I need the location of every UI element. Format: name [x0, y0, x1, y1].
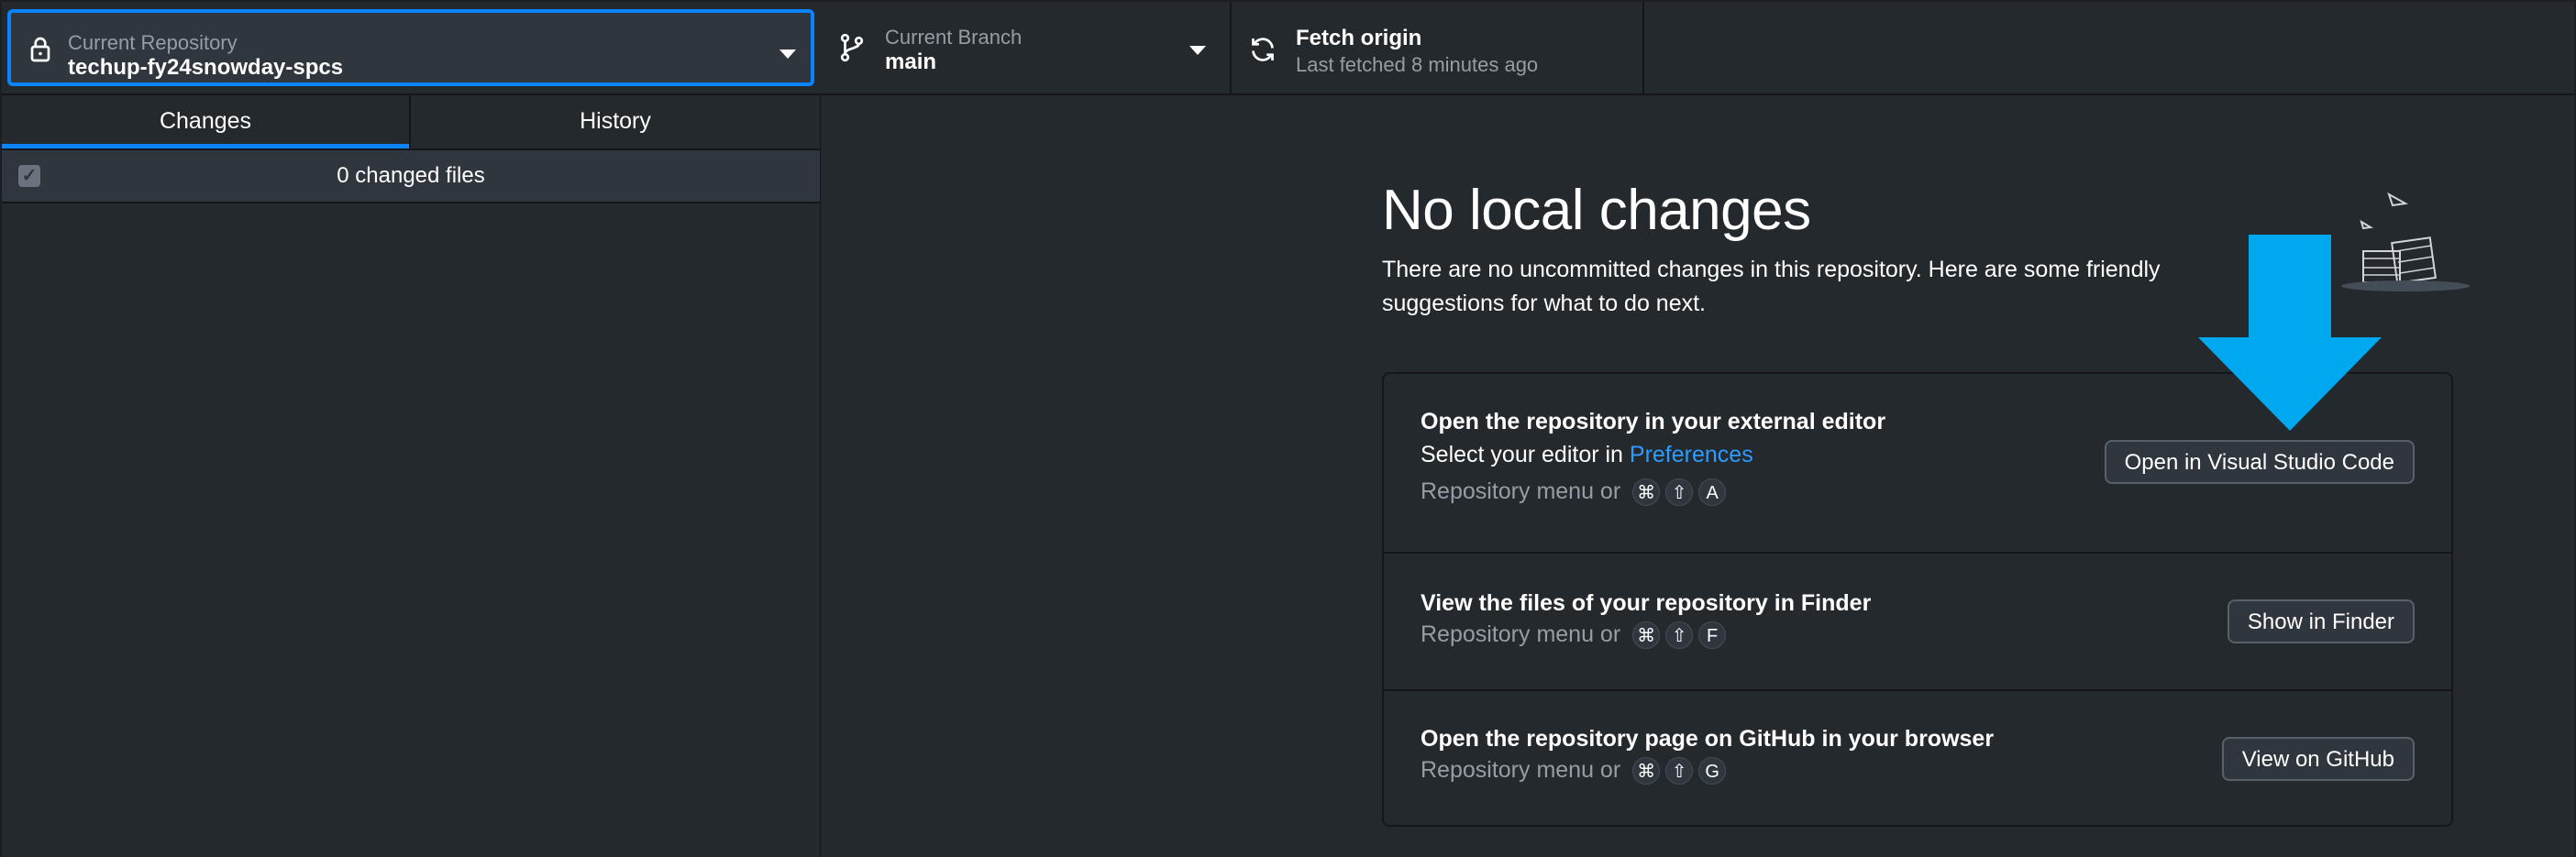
action-subtitle-text: Select your editor in: [1421, 442, 1630, 467]
command-key: ⌘: [1632, 478, 1661, 507]
action-subtitle: Select your editor in Preferences: [1421, 442, 1753, 468]
keyboard-hint: Repository menu or ⌘ ⇧ F: [1421, 621, 1727, 650]
annotation-arrow-down-icon: [2198, 235, 2382, 431]
action-title: Open the repository page on GitHub in yo…: [1421, 726, 1995, 752]
shift-key: ⇧: [1665, 621, 1694, 650]
hint-text: Repository menu or: [1421, 757, 1621, 783]
sidebar-tabs: Changes History: [2, 95, 820, 150]
keyboard-hint: Repository menu or ⌘ ⇧ A: [1421, 478, 1727, 507]
action-title: Open the repository in your external edi…: [1421, 409, 1886, 434]
chevron-down-icon: [779, 49, 796, 59]
repository-caption: Current Repository: [68, 31, 238, 54]
action-title: View the files of your repository in Fin…: [1421, 590, 1872, 616]
repository-name: techup-fy24snowday-spcs: [68, 55, 344, 80]
changes-list-header: 0 changed files ✓: [2, 150, 820, 203]
open-in-vscode-button[interactable]: Open in Visual Studio Code: [2104, 440, 2415, 484]
suggested-actions: Open the repository in your external edi…: [1382, 372, 2453, 827]
preferences-link[interactable]: Preferences: [1630, 442, 1753, 467]
view-on-github-button[interactable]: View on GitHub: [2221, 737, 2415, 781]
show-in-finder-button[interactable]: Show in Finder: [2227, 599, 2415, 643]
fetch-title: Fetch origin: [1296, 26, 1422, 50]
page-description: There are no uncommitted changes in this…: [1382, 257, 2161, 316]
command-key: ⌘: [1632, 757, 1661, 786]
letter-key: G: [1698, 757, 1727, 786]
hint-text: Repository menu or: [1421, 621, 1621, 647]
git-branch-icon: [840, 33, 864, 62]
branch-name: main: [885, 49, 937, 74]
sync-icon: [1252, 38, 1274, 61]
lock-icon: [30, 37, 50, 62]
current-repository-dropdown[interactable]: Current Repository techup-fy24snowday-sp…: [7, 9, 814, 86]
command-key: ⌘: [1632, 621, 1661, 650]
keyboard-hint: Repository menu or ⌘ ⇧ G: [1421, 757, 1727, 786]
sidebar: Changes History 0 changed files ✓: [2, 95, 822, 857]
main-content: No local changes There are no uncommitte…: [821, 95, 2574, 857]
toolbar: Current Repository techup-fy24snowday-sp…: [2, 2, 2574, 95]
current-branch-dropdown[interactable]: Current Branch main: [821, 2, 1232, 93]
action-show-in-finder: View the files of your repository in Fin…: [1384, 554, 2451, 691]
github-desktop-window: Current Repository techup-fy24snowday-sp…: [0, 0, 2576, 857]
branch-caption: Current Branch: [885, 26, 1023, 49]
shift-key: ⇧: [1665, 757, 1694, 786]
tab-changes[interactable]: Changes: [2, 95, 409, 148]
select-all-checkbox[interactable]: ✓: [18, 165, 40, 187]
fetch-origin-button[interactable]: Fetch origin Last fetched 8 minutes ago: [1232, 2, 1644, 93]
action-view-on-github: Open the repository page on GitHub in yo…: [1384, 691, 2451, 825]
changed-files-count: 0 changed files: [337, 163, 485, 188]
letter-key: F: [1698, 621, 1727, 650]
shift-key: ⇧: [1665, 478, 1694, 507]
fetch-subtitle: Last fetched 8 minutes ago: [1296, 53, 1539, 76]
hint-text: Repository menu or: [1421, 478, 1621, 504]
page-title: No local changes: [1382, 179, 1811, 242]
chevron-down-icon: [1189, 46, 1206, 55]
letter-key: A: [1698, 478, 1727, 507]
tab-history[interactable]: History: [409, 95, 820, 148]
